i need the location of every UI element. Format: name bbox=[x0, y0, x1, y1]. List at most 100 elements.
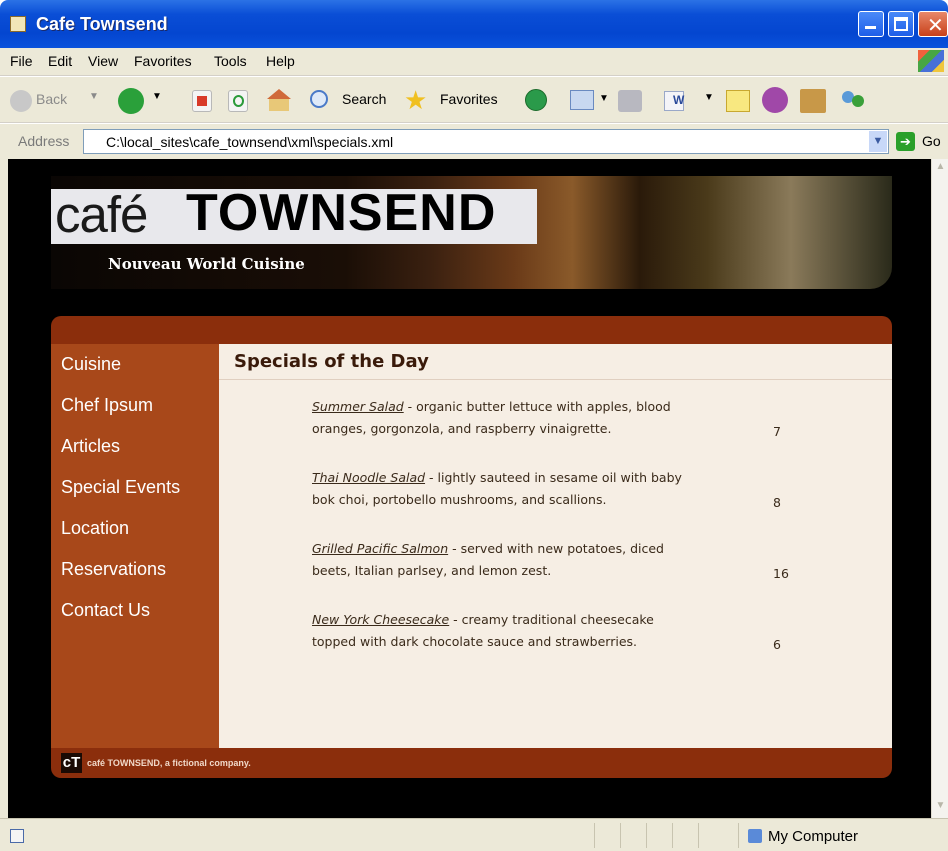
menu-favorites[interactable]: Favorites bbox=[134, 53, 192, 69]
logo-townsend: TOWNSEND bbox=[186, 184, 497, 242]
search-icon bbox=[310, 90, 328, 108]
footer-logo: cT bbox=[61, 753, 82, 773]
page-title: Specials of the Day bbox=[234, 351, 429, 372]
messenger-button[interactable] bbox=[762, 87, 788, 113]
contacts-button[interactable] bbox=[840, 89, 866, 113]
my-computer-icon bbox=[748, 829, 762, 843]
nav-chef-ipsum[interactable]: Chef Ipsum bbox=[61, 395, 153, 416]
menu-tools[interactable]: Tools bbox=[214, 53, 247, 69]
logo-cafe: café bbox=[55, 186, 148, 243]
special-item: Summer Salad - organic butter lettuce wi… bbox=[312, 396, 712, 440]
special-price: 16 bbox=[773, 566, 789, 581]
content-top-band bbox=[51, 316, 892, 344]
security-zone: My Computer bbox=[768, 828, 859, 845]
home-button[interactable] bbox=[266, 89, 292, 113]
nav-contact-us[interactable]: Contact Us bbox=[61, 600, 150, 621]
print-button[interactable] bbox=[618, 90, 642, 112]
page-viewport: café TOWNSEND Nouveau World Cuisine Cuis… bbox=[8, 159, 931, 818]
edit-dropdown-icon[interactable]: ▼ bbox=[704, 92, 714, 103]
nav-location[interactable]: Location bbox=[61, 518, 129, 539]
status-separator bbox=[646, 823, 647, 848]
home-icon bbox=[269, 97, 289, 111]
nav-reservations[interactable]: Reservations bbox=[61, 559, 166, 580]
special-price: 7 bbox=[773, 424, 781, 439]
close-button[interactable]: ✕ bbox=[918, 11, 948, 37]
window-titlebar: Cafe Townsend ✕ bbox=[0, 0, 948, 48]
status-separator bbox=[738, 823, 739, 848]
back-label: Back bbox=[36, 91, 68, 107]
special-description: - organic butter lettuce with apples, bl… bbox=[403, 399, 671, 414]
refresh-icon bbox=[233, 95, 244, 107]
minimize-button[interactable] bbox=[858, 11, 884, 37]
address-label: Address bbox=[18, 133, 70, 149]
back-dropdown-icon: ▼ bbox=[89, 91, 99, 102]
nav-articles[interactable]: Articles bbox=[61, 436, 120, 457]
favorites-button[interactable]: ★ Favorites bbox=[404, 85, 514, 115]
menu-bar: File Edit View Favorites Tools Help bbox=[0, 48, 948, 76]
ie-page-icon bbox=[10, 16, 26, 32]
special-item: New York Cheesecake - creamy traditional… bbox=[312, 609, 712, 653]
special-description-cont: bok choi, portobello mushrooms, and scal… bbox=[312, 492, 607, 507]
scroll-down-icon[interactable]: ▼ bbox=[933, 800, 948, 816]
research-button[interactable] bbox=[800, 89, 826, 113]
search-button[interactable]: Search bbox=[304, 87, 404, 115]
home-roof bbox=[267, 89, 291, 99]
special-item: Thai Noodle Salad - lightly sauteed in s… bbox=[312, 467, 712, 511]
contacts-icon-secondary bbox=[852, 95, 864, 107]
page-status-icon bbox=[10, 829, 24, 843]
star-icon: ★ bbox=[404, 85, 428, 115]
stop-icon bbox=[197, 96, 207, 106]
menu-file[interactable]: File bbox=[10, 53, 33, 69]
forward-dropdown-icon[interactable]: ▼ bbox=[152, 91, 162, 102]
history-button[interactable] bbox=[525, 89, 547, 111]
special-description: - served with new potatoes, diced bbox=[448, 541, 664, 556]
footer-text: café TOWNSEND, a fictional company. bbox=[87, 758, 251, 768]
go-arrow-icon[interactable]: ➔ bbox=[896, 132, 915, 151]
special-name-link[interactable]: Summer Salad bbox=[312, 399, 404, 414]
go-button[interactable]: Go bbox=[922, 133, 941, 149]
favorites-label: Favorites bbox=[440, 91, 498, 107]
status-separator bbox=[698, 823, 699, 848]
address-input[interactable]: C:\local_sites\cafe_townsend\xml\special… bbox=[83, 129, 889, 154]
title-divider bbox=[219, 379, 892, 380]
special-description: - lightly sauteed in sesame oil with bab… bbox=[425, 470, 682, 485]
discuss-button[interactable] bbox=[726, 90, 750, 112]
status-bar: My Computer bbox=[0, 818, 948, 851]
edit-word-button[interactable]: W bbox=[664, 91, 684, 111]
special-item: Grilled Pacific Salmon - served with new… bbox=[312, 538, 712, 582]
forward-button[interactable] bbox=[118, 88, 144, 114]
vertical-scrollbar[interactable]: ▲ ▼ bbox=[931, 159, 948, 818]
windows-logo-icon bbox=[918, 50, 944, 72]
special-description: - creamy traditional cheesecake bbox=[449, 612, 654, 627]
nav-cuisine[interactable]: Cuisine bbox=[61, 354, 121, 375]
window-left-frame bbox=[0, 159, 8, 818]
special-price: 8 bbox=[773, 495, 781, 510]
back-arrow-icon bbox=[10, 90, 32, 112]
mail-button[interactable]: ▼ bbox=[570, 90, 609, 110]
menu-help[interactable]: Help bbox=[266, 53, 295, 69]
special-name-link[interactable]: Thai Noodle Salad bbox=[312, 470, 425, 485]
stop-button[interactable] bbox=[192, 90, 212, 112]
window-title: Cafe Townsend bbox=[36, 14, 168, 34]
nav-special-events[interactable]: Special Events bbox=[61, 477, 180, 498]
special-description-cont: oranges, gorgonzola, and raspberry vinai… bbox=[312, 421, 612, 436]
maximize-button[interactable] bbox=[888, 11, 914, 37]
special-description-cont: beets, Italian parlsey, and lemon zest. bbox=[312, 563, 552, 578]
special-name-link[interactable]: Grilled Pacific Salmon bbox=[312, 541, 448, 556]
refresh-button[interactable] bbox=[228, 90, 248, 112]
scroll-up-icon[interactable]: ▲ bbox=[933, 161, 948, 177]
address-dropdown-icon[interactable]: ▼ bbox=[869, 131, 887, 152]
address-url[interactable]: C:\local_sites\cafe_townsend\xml\special… bbox=[106, 134, 393, 150]
special-description-cont: topped with dark chocolate sauce and str… bbox=[312, 634, 638, 649]
special-name-link[interactable]: New York Cheesecake bbox=[312, 612, 449, 627]
menu-edit[interactable]: Edit bbox=[48, 53, 72, 69]
special-price: 6 bbox=[773, 637, 781, 652]
sidebar-nav: Cuisine Chef Ipsum Articles Special Even… bbox=[51, 344, 219, 748]
close-icon: ✕ bbox=[927, 15, 944, 37]
main-content: Specials of the Day Summer Salad - organ… bbox=[219, 344, 892, 748]
address-bar: Address C:\local_sites\cafe_townsend\xml… bbox=[0, 124, 948, 159]
tagline: Nouveau World Cuisine bbox=[108, 255, 305, 273]
status-separator bbox=[620, 823, 621, 848]
mail-dropdown-icon: ▼ bbox=[599, 93, 609, 104]
menu-view[interactable]: View bbox=[88, 53, 118, 69]
